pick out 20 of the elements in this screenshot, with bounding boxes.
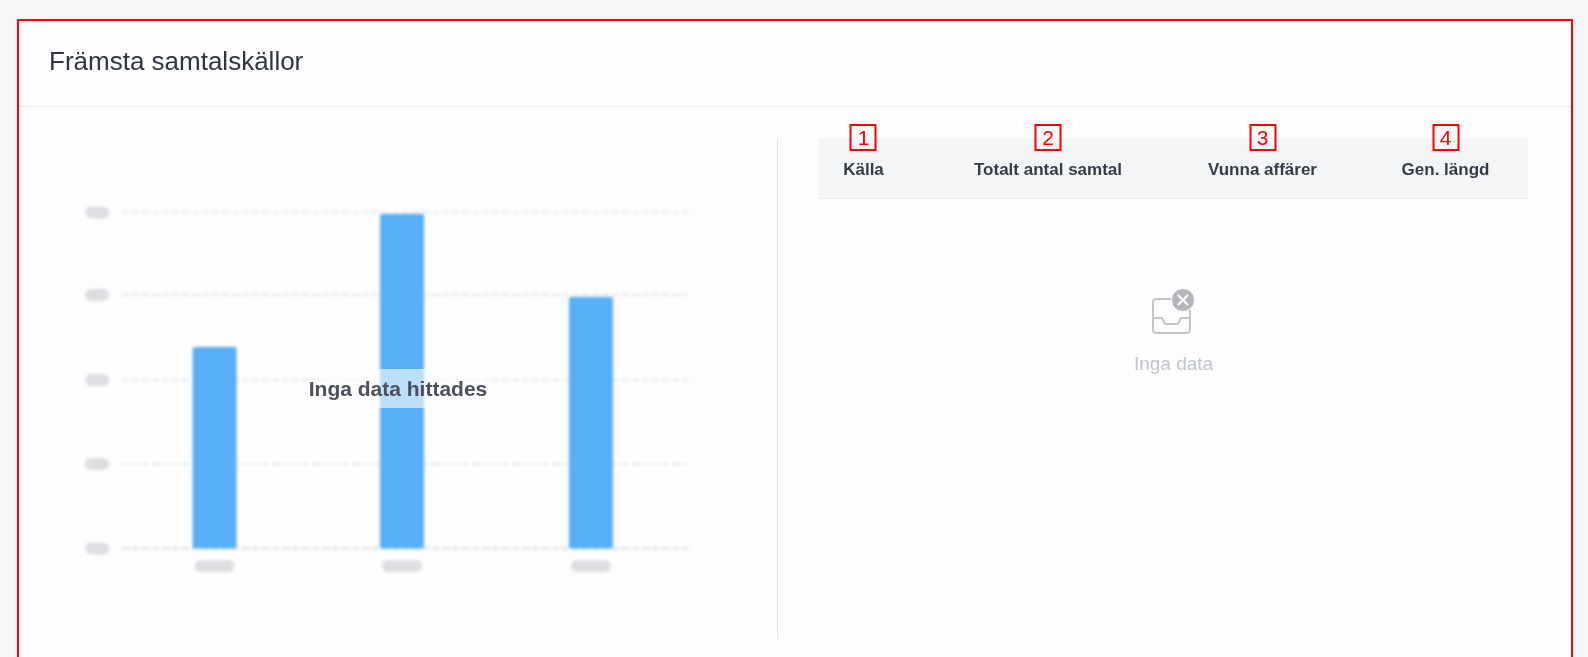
column-header: Källa xyxy=(843,159,884,179)
blurred-axis-label xyxy=(382,560,422,572)
no-data-message: Inga data hittades xyxy=(308,368,488,409)
column-header: Totalt antal samtal xyxy=(974,159,1122,179)
blurred-axis-label xyxy=(85,542,109,555)
annotation-number-marker: 2 xyxy=(1034,123,1062,151)
blurred-axis-label xyxy=(571,560,611,572)
annotation-number-marker: 4 xyxy=(1432,123,1459,151)
blurred-axis-label xyxy=(194,560,235,572)
card-title: Främsta samtalskällor xyxy=(49,45,304,78)
empty-tray-icon xyxy=(1151,288,1196,334)
blurred-axis-label xyxy=(85,206,109,219)
column-header: Vunna affärer xyxy=(1208,159,1317,179)
annotation-number-marker: 1 xyxy=(850,123,877,151)
blurred-axis-label xyxy=(85,289,109,301)
empty-state-text: Inga data xyxy=(1133,353,1214,376)
column-header: Gen. längd xyxy=(1401,159,1490,179)
blurred-axis-label xyxy=(85,458,109,470)
annotation-number-marker: 3 xyxy=(1249,123,1276,151)
blurred-axis-label xyxy=(85,374,109,386)
